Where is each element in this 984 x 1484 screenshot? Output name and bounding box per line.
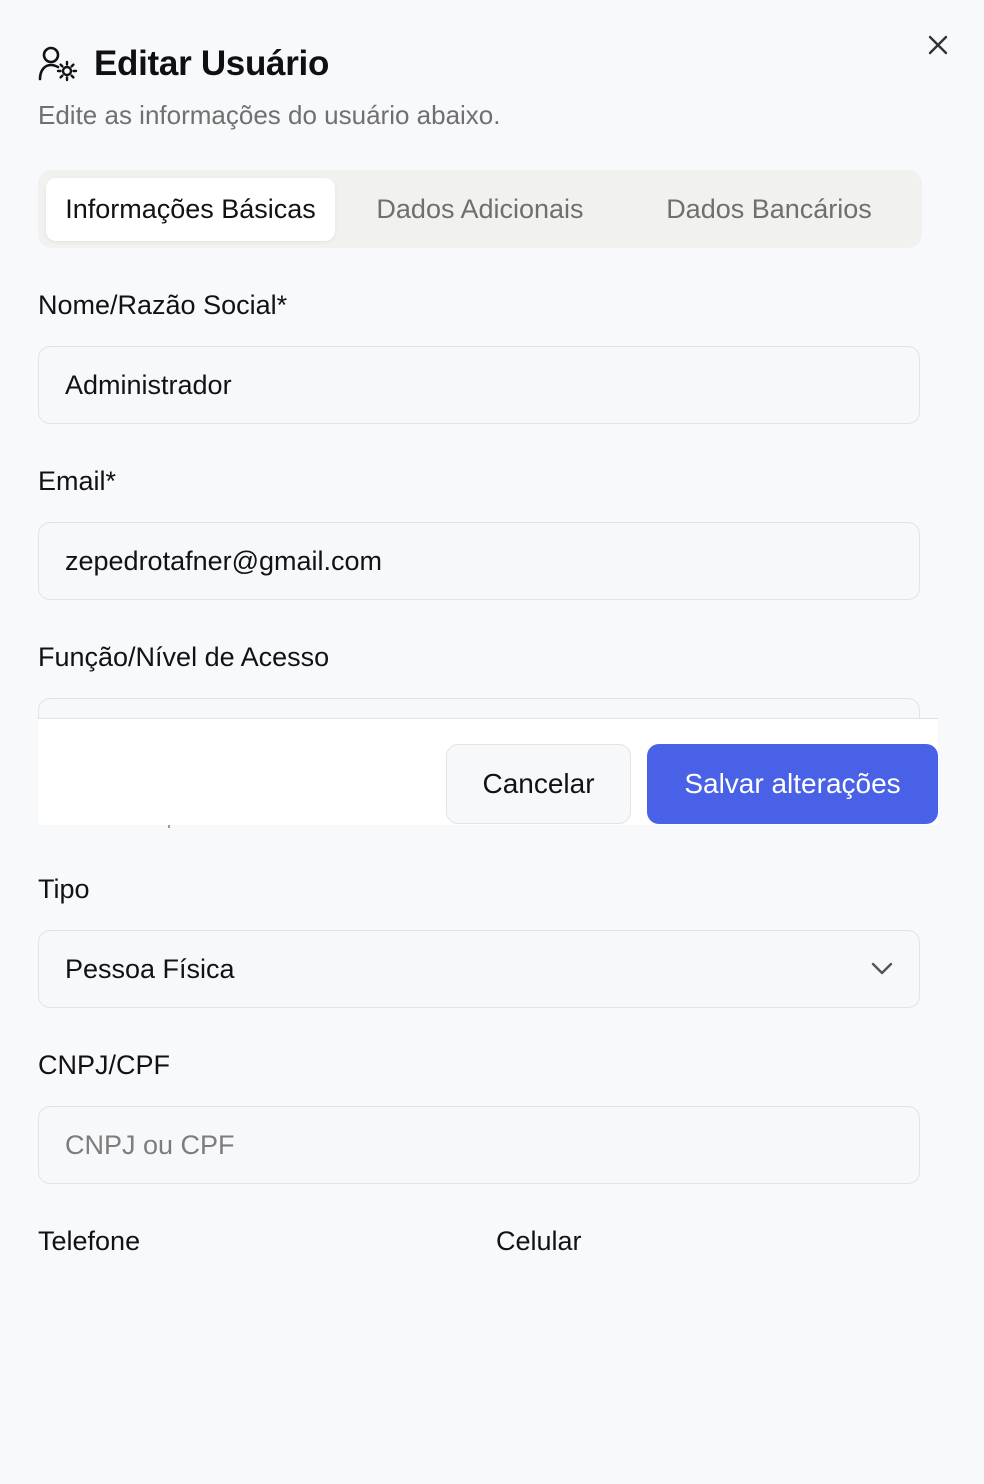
cnpj-label: CNPJ/CPF — [38, 1050, 171, 1080]
tipo-label: Tipo — [38, 874, 90, 904]
dialog-title: Editar Usuário — [94, 44, 330, 83]
chevron-down-icon — [871, 962, 893, 976]
email-value: zepedrotafner@gmail.com — [65, 545, 383, 576]
user-gear-icon — [38, 44, 78, 84]
nome-input[interactable]: Administrador — [38, 346, 920, 424]
tab-informacoes-basicas[interactable]: Informações Básicas — [46, 178, 335, 241]
tab-dados-bancarios[interactable]: Dados Bancários — [628, 178, 910, 241]
edit-user-dialog: Editar Usuário Edite as informações do u… — [0, 0, 984, 1484]
dialog-header: Editar Usuário — [38, 44, 329, 84]
nome-value: Administrador — [65, 369, 232, 400]
email-input[interactable]: zepedrotafner@gmail.com — [38, 522, 920, 600]
close-button[interactable] — [922, 29, 954, 61]
tipo-value: Pessoa Física — [65, 953, 235, 984]
celular-label: Celular — [496, 1226, 582, 1256]
tipo-select[interactable]: Pessoa Física — [38, 930, 920, 1008]
funcao-label: Função/Nível de Acesso — [38, 642, 330, 672]
nome-label: Nome/Razão Social* — [38, 290, 288, 320]
tab-list: Informações Básicas Dados Adicionais Dad… — [38, 170, 922, 248]
cnpj-input[interactable]: CNPJ ou CPF — [38, 1106, 920, 1184]
close-icon — [928, 35, 948, 55]
tab-dados-adicionais[interactable]: Dados Adicionais — [344, 178, 616, 241]
cancel-button[interactable]: Cancelar — [446, 744, 631, 824]
cnpj-placeholder: CNPJ ou CPF — [65, 1129, 235, 1160]
telefone-label: Telefone — [38, 1226, 141, 1256]
dialog-subtitle: Edite as informações do usuário abaixo. — [38, 100, 501, 130]
email-label: Email* — [38, 466, 117, 496]
save-button[interactable]: Salvar alterações — [647, 744, 938, 824]
